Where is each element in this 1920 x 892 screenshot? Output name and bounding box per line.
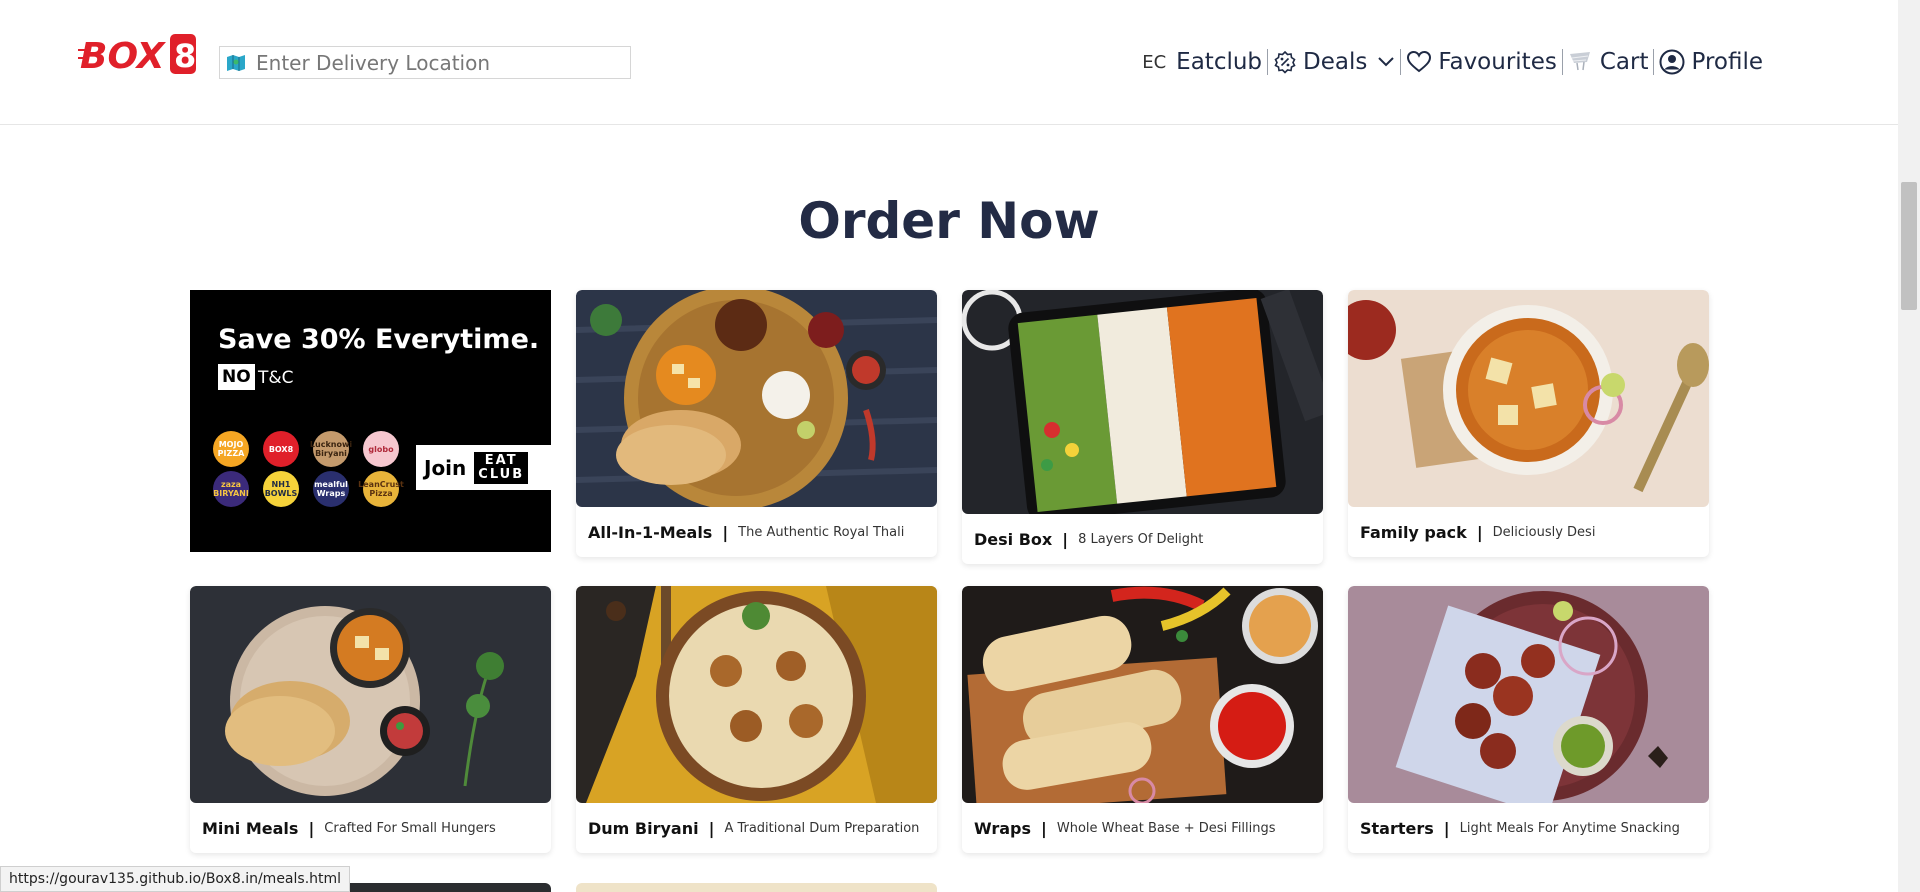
caption-divider: |: [1062, 529, 1069, 549]
mini-meals-image: [190, 586, 551, 803]
card-title: Wraps: [974, 818, 1032, 838]
svg-text:8: 8: [174, 37, 196, 75]
nav-eatclub[interactable]: EC Eatclub: [1137, 47, 1267, 77]
chevron-down-icon: [1377, 56, 1395, 68]
category-card-mini-meals[interactable]: Mini Meals | Crafted For Small Hungers: [190, 586, 551, 853]
promo-headline: Save 30% Everytime.: [218, 324, 540, 355]
card-subtitle: The Authentic Royal Thali: [738, 524, 905, 540]
caption-divider: |: [1041, 818, 1047, 838]
card-subtitle: Crafted For Small Hungers: [324, 820, 496, 836]
brand-badge-nh1: NH1 BOWLS: [263, 471, 299, 507]
brand-badge-globo: globo: [363, 431, 399, 467]
card-subtitle: Deliciously Desi: [1492, 524, 1596, 540]
caption-divider: |: [1443, 818, 1450, 838]
biryani-image: [576, 586, 937, 803]
caption-divider: |: [722, 522, 729, 542]
eatclub-logo-line1: EAT: [484, 452, 518, 468]
category-card-desi-box[interactable]: Desi Box | 8 Layers Of Delight: [962, 290, 1323, 564]
discount-icon: [1273, 50, 1297, 74]
category-card-starters[interactable]: Starters | Light Meals For Anytime Snack…: [1348, 586, 1709, 853]
nav-cart-label: Cart: [1599, 49, 1649, 75]
card-caption: All-In-1-Meals | The Authentic Royal Tha…: [576, 507, 937, 557]
card-caption: Wraps | Whole Wheat Base + Desi Fillings: [962, 803, 1323, 853]
next-row-card-peek: [576, 883, 937, 892]
delivery-location-box[interactable]: [219, 46, 631, 79]
svg-text:BOX: BOX: [80, 36, 167, 77]
card-subtitle: Whole Wheat Base + Desi Fillings: [1056, 820, 1276, 836]
scrollbar-thumb[interactable]: [1901, 182, 1917, 310]
card-title: Family pack: [1360, 522, 1467, 542]
category-card-dum-biryani[interactable]: Dum Biryani | A Traditional Dum Preparat…: [576, 586, 937, 853]
heart-icon: [1406, 50, 1432, 74]
card-subtitle: 8 Layers Of Delight: [1078, 531, 1204, 547]
card-title: All-In-1-Meals: [588, 522, 713, 542]
caption-divider: |: [308, 818, 315, 838]
box8-logo[interactable]: BOX 8: [78, 30, 200, 78]
ec-label: EC: [1142, 51, 1167, 73]
card-subtitle: A Traditional Dum Preparation: [724, 820, 920, 836]
family-pack-image: [1348, 290, 1709, 507]
vertical-scrollbar[interactable]: [1898, 0, 1920, 892]
card-title: Dum Biryani: [588, 818, 699, 838]
card-caption: Family pack | Deliciously Desi: [1348, 507, 1709, 557]
delivery-location-input[interactable]: [256, 50, 616, 75]
user-profile-icon: [1659, 49, 1685, 75]
category-card-all-in-1-meals[interactable]: All-In-1-Meals | The Authentic Royal Tha…: [576, 290, 937, 557]
nav-profile-label: Profile: [1691, 49, 1763, 75]
eatclub-logo-line2: CLUB: [478, 466, 525, 482]
nav-favourites[interactable]: Favourites: [1401, 47, 1561, 77]
card-subtitle: Light Meals For Anytime Snacking: [1459, 820, 1680, 836]
nav-deals[interactable]: Deals: [1268, 47, 1400, 77]
card-title: Starters: [1360, 818, 1434, 838]
eatclub-logo: EAT CLUB: [474, 451, 529, 484]
promo-tc-label: T&C: [258, 368, 294, 388]
eatclub-promo-banner[interactable]: Save 30% Everytime. NO T&C MOJO PIZZA BO…: [190, 290, 551, 552]
card-title: Mini Meals: [202, 818, 299, 838]
caption-divider: |: [708, 818, 715, 838]
nav-favourites-label: Favourites: [1438, 49, 1557, 75]
nav-cart[interactable]: Cart: [1563, 47, 1654, 77]
card-caption: Desi Box | 8 Layers Of Delight: [962, 514, 1323, 564]
brand-badge-mealful: mealful Wraps: [313, 471, 349, 507]
browser-status-url: https://gourav135.github.io/Box8.in/meal…: [0, 866, 351, 892]
brand-badge-box8: BOX8: [263, 431, 299, 467]
nav-profile[interactable]: Profile: [1654, 47, 1768, 77]
brand-badge-mojo: MOJO PIZZA: [213, 431, 249, 467]
card-title: Desi Box: [974, 529, 1053, 549]
main-nav: EC Eatclub Deals Favourites Cart Profile: [1137, 44, 1768, 80]
category-card-wraps[interactable]: Wraps | Whole Wheat Base + Desi Fillings: [962, 586, 1323, 853]
map-icon: [226, 54, 246, 71]
nav-eatclub-label: Eatclub: [1176, 49, 1263, 75]
wraps-image: [962, 586, 1323, 803]
brand-badge-leancrust: LeanCrust Pizza: [358, 471, 404, 507]
brand-badge-zaza: zaza BIRYANI: [213, 471, 249, 507]
card-caption: Starters | Light Meals For Anytime Snack…: [1348, 803, 1709, 853]
nav-deals-label: Deals: [1303, 49, 1368, 75]
site-header: BOX 8 EC Eatclub: [0, 0, 1898, 125]
card-caption: Dum Biryani | A Traditional Dum Preparat…: [576, 803, 937, 853]
promo-no-badge: NO: [218, 364, 255, 390]
brand-badge-lucknowi: Lucknowi Biryani: [310, 431, 352, 467]
cart-icon: [1568, 50, 1594, 74]
thali-image: [576, 290, 937, 507]
card-caption: Mini Meals | Crafted For Small Hungers: [190, 803, 551, 853]
join-eatclub-button[interactable]: Join EAT CLUB: [416, 445, 551, 490]
starters-image: [1348, 586, 1709, 803]
join-label: Join: [424, 455, 467, 480]
category-card-family-pack[interactable]: Family pack | Deliciously Desi: [1348, 290, 1709, 557]
caption-divider: |: [1476, 522, 1483, 542]
page-title: Order Now: [798, 192, 1100, 250]
desi-box-image: [962, 290, 1323, 514]
